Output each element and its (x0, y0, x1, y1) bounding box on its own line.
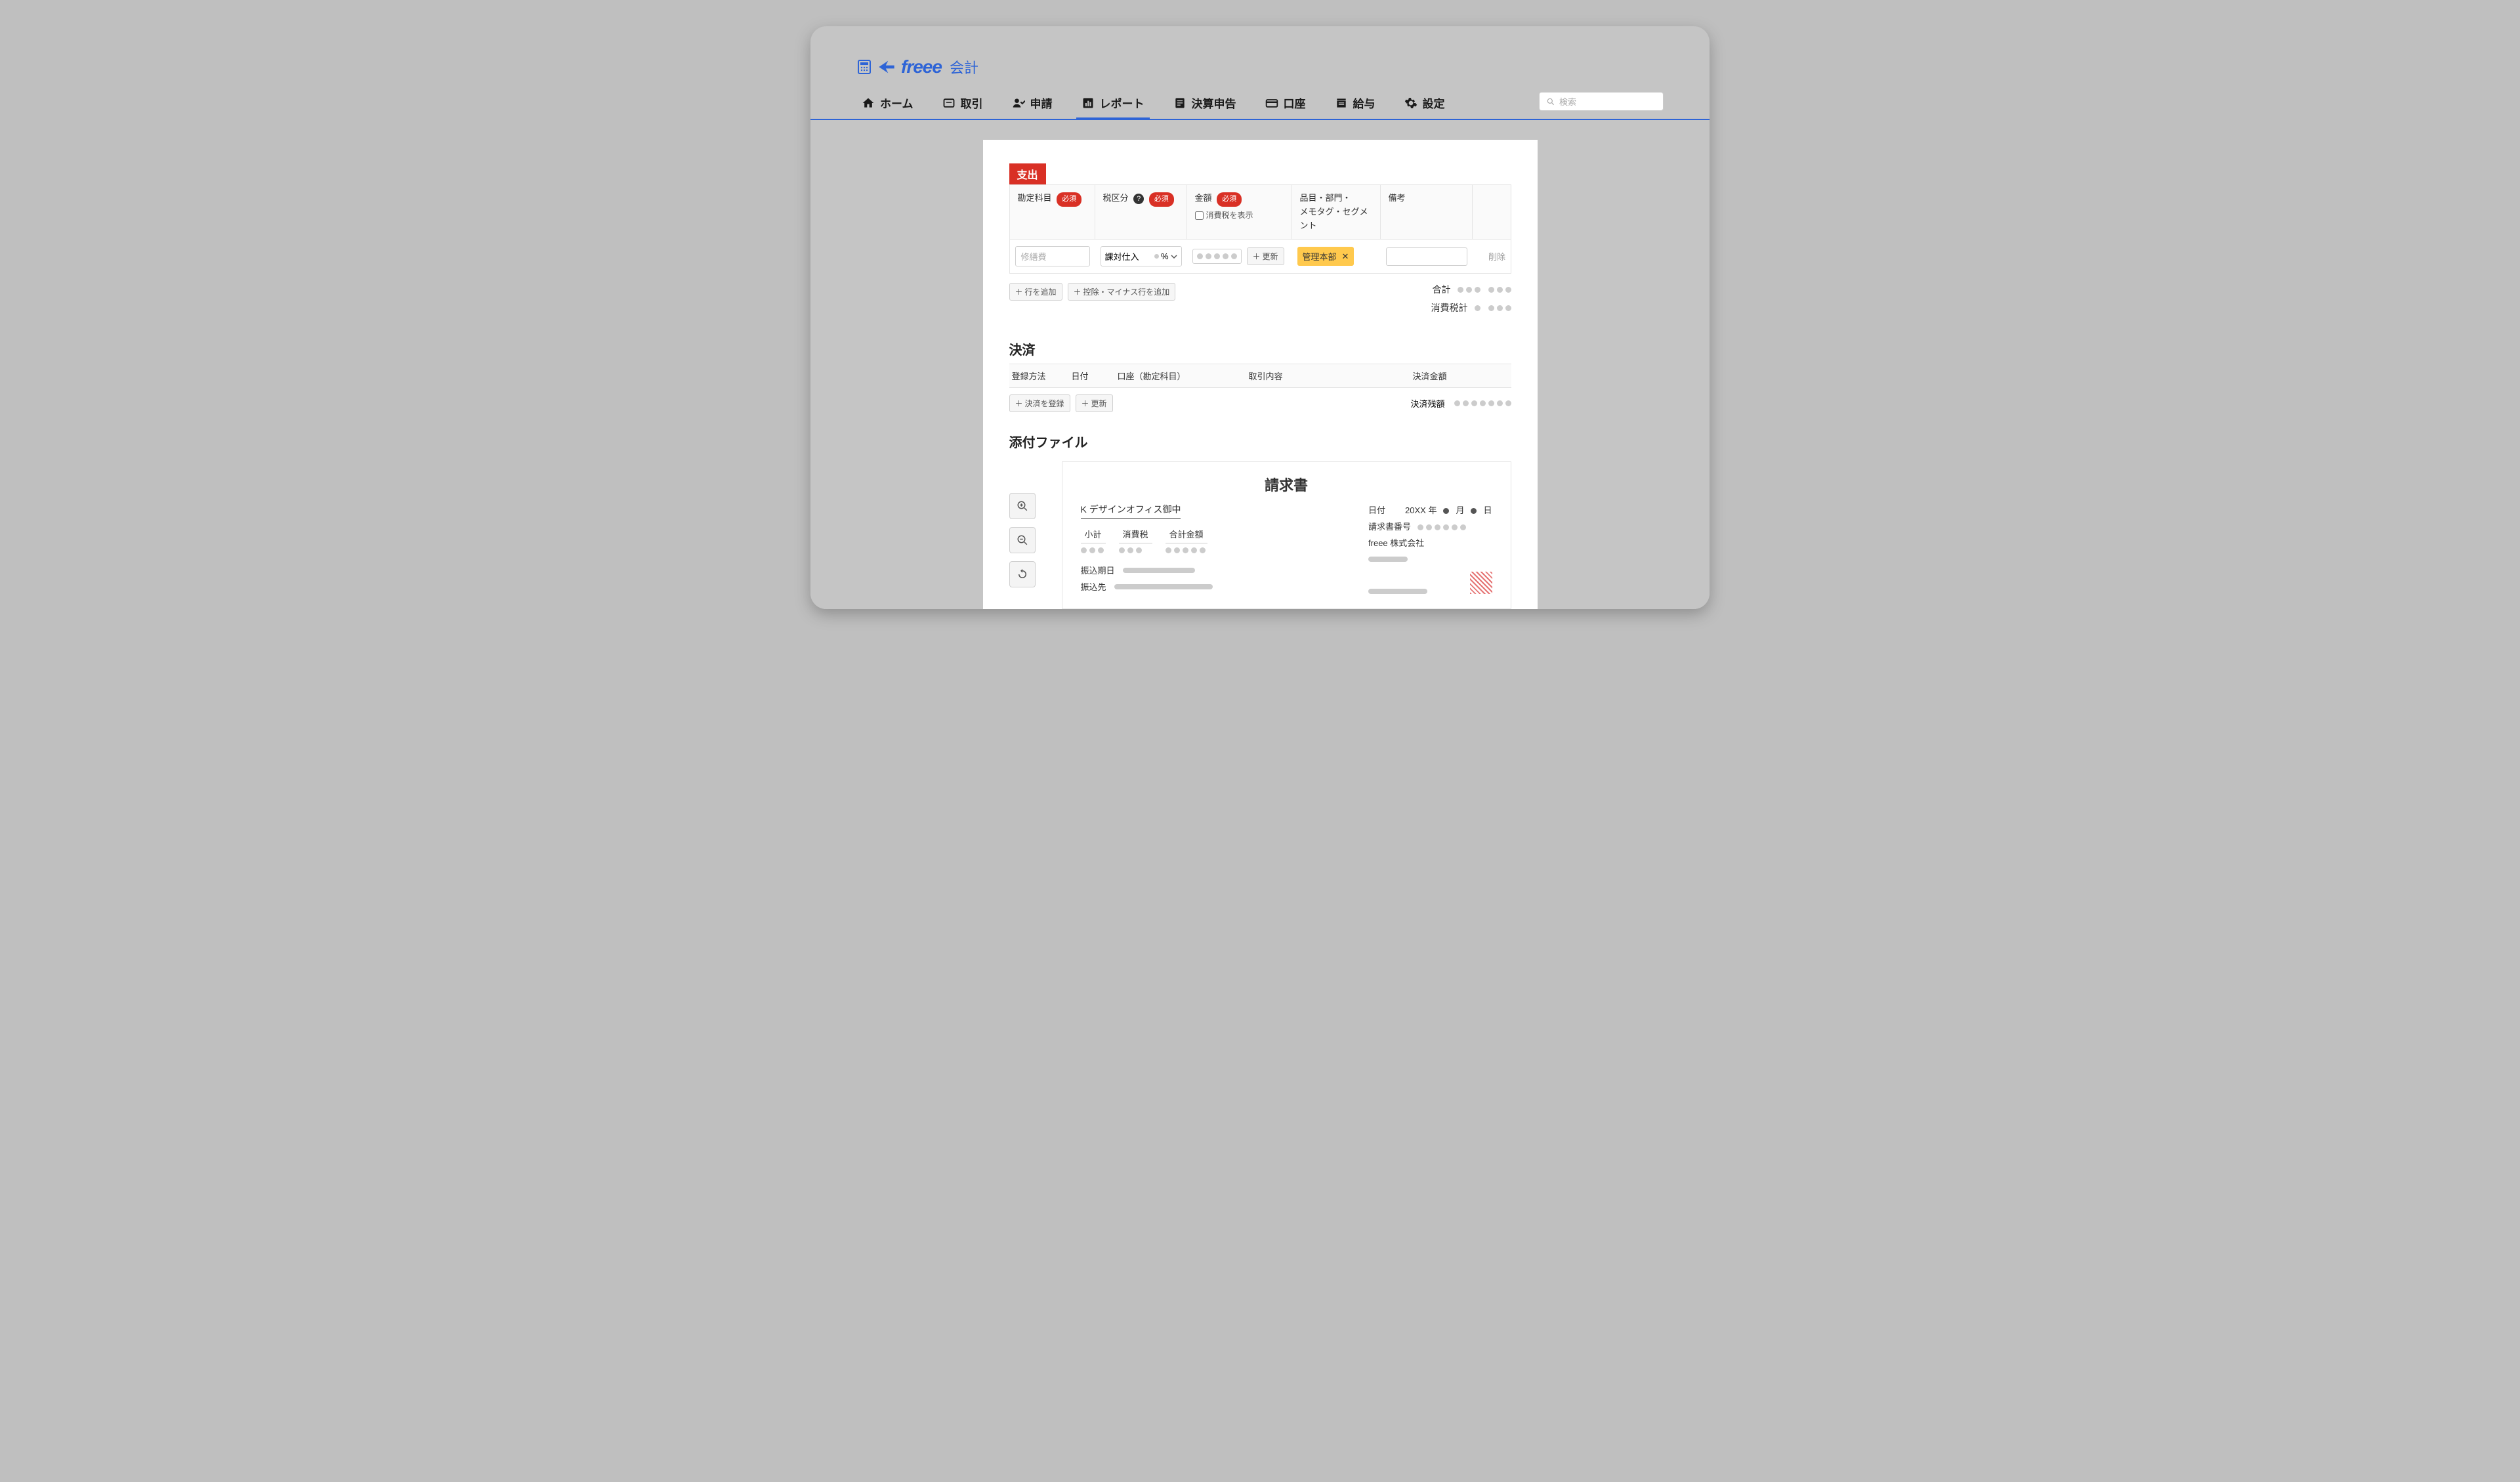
expense-grid-header: 勘定科目 必須 税区分 ? 必須 金額 必須 消費税を表示 (1009, 184, 1511, 240)
balance-value (1454, 400, 1511, 406)
pay-col-account: 口座（勘定科目） (1118, 370, 1249, 382)
inv-dest-label: 振込先 (1081, 580, 1106, 593)
nav-transactions[interactable]: 取引 (937, 89, 988, 120)
inv-number-label: 請求書番号 (1368, 519, 1411, 536)
pay-col-method: 登録方法 (1009, 370, 1072, 382)
delete-row-button[interactable]: 削除 (1488, 250, 1505, 263)
add-row-button[interactable]: ＋行を追加 (1009, 283, 1062, 301)
nav-requests[interactable]: 申請 (1007, 89, 1058, 120)
pay-col-date: 日付 (1072, 370, 1118, 382)
payment-section-title: 決済 (1009, 339, 1511, 358)
col-remarks: 備考 (1381, 185, 1473, 239)
logo: freee 会計 (810, 47, 1710, 89)
update-payment-button[interactable]: ＋更新 (1076, 394, 1113, 412)
pay-col-desc: 取引内容 (1249, 370, 1413, 382)
zoom-in-button[interactable] (1009, 493, 1036, 519)
chevron-down-icon (1171, 253, 1177, 260)
required-badge: 必須 (1217, 192, 1242, 207)
pay-col-amount: 決済金額 (1413, 370, 1511, 382)
product-name: 会計 (950, 56, 978, 77)
zoom-out-button[interactable] (1009, 527, 1036, 553)
register-payment-button[interactable]: ＋決済を登録 (1009, 394, 1070, 412)
inv-grand-label: 合計金額 (1166, 528, 1208, 543)
nav-home[interactable]: ホーム (856, 89, 919, 120)
nav-reports[interactable]: レポート (1076, 89, 1150, 120)
requests-icon (1012, 96, 1025, 110)
home-icon (862, 96, 875, 110)
inv-due-label: 振込期日 (1081, 564, 1115, 576)
help-icon[interactable]: ? (1133, 194, 1144, 204)
col-tags: 品目・部門・ メモタグ・セグメント (1292, 185, 1381, 239)
brand-name: freee (901, 56, 942, 77)
tag-chip[interactable]: 管理本部 ✕ (1297, 247, 1354, 266)
tax-class-select[interactable]: 課対仕入 % (1101, 246, 1182, 266)
balance-label: 決済残額 (1410, 397, 1444, 410)
inv-date-label: 日付 (1368, 503, 1385, 519)
accounts-icon (1265, 96, 1278, 110)
total-label: 合計 (1433, 283, 1451, 296)
nav-payroll[interactable]: 給与 (1330, 89, 1381, 120)
payroll-icon (1335, 96, 1348, 110)
update-amount-button[interactable]: ＋更新 (1247, 247, 1284, 265)
inv-tax-label: 消費税 (1119, 528, 1152, 543)
expense-row: 修繕費 課対仕入 % (1009, 240, 1511, 274)
total-value (1458, 287, 1511, 293)
main-panel: 支出 勘定科目 必須 税区分 ? 必須 金額 必須 (983, 140, 1538, 609)
reports-icon (1082, 96, 1095, 110)
gear-icon (1404, 96, 1418, 110)
required-badge: 必須 (1057, 192, 1082, 207)
col-account-item: 勘定科目 (1018, 193, 1052, 203)
tax-total-value (1475, 305, 1511, 311)
swallow-icon (877, 58, 896, 76)
invoice-preview: 請求書 K デザインオフィス御中 小計 消費税 (1062, 461, 1511, 609)
show-tax-checkbox[interactable]: 消費税を表示 (1195, 209, 1253, 222)
remove-tag-icon[interactable]: ✕ (1342, 251, 1349, 262)
nav-settings[interactable]: 設定 (1399, 89, 1450, 120)
amount-input[interactable] (1192, 249, 1242, 264)
zoom-out-icon (1017, 534, 1028, 546)
invoice-title: 請求書 (1081, 474, 1492, 495)
rotate-button[interactable] (1009, 561, 1036, 587)
stamp-icon (1470, 572, 1492, 594)
inv-issuer: freee 株式会社 (1368, 536, 1492, 552)
add-deduction-button[interactable]: ＋控除・マイナス行を追加 (1068, 283, 1176, 301)
required-badge: 必須 (1149, 192, 1174, 207)
nav-closing[interactable]: 決算申告 (1168, 89, 1242, 120)
payment-header: 登録方法 日付 口座（勘定科目） 取引内容 決済金額 (1009, 364, 1511, 388)
search-icon (1546, 97, 1555, 106)
calculator-icon (856, 59, 872, 75)
remarks-input[interactable] (1386, 247, 1467, 266)
nav-accounts[interactable]: 口座 (1260, 89, 1311, 120)
rotate-icon (1017, 568, 1028, 580)
closing-icon (1173, 96, 1186, 110)
account-item-input[interactable]: 修繕費 (1015, 246, 1090, 266)
transactions-icon (942, 96, 956, 110)
tax-total-label: 消費税計 (1431, 301, 1468, 314)
invoice-recipient: K デザインオフィス御中 (1081, 503, 1181, 519)
inv-subtotal-label: 小計 (1081, 528, 1106, 543)
col-amount: 金額 (1195, 193, 1212, 203)
search-input[interactable]: 検索 (1539, 92, 1664, 111)
attachment-section-title: 添付ファイル (1009, 432, 1511, 451)
zoom-in-icon (1017, 500, 1028, 512)
col-tax-class: 税区分 (1103, 193, 1129, 203)
main-nav: ホーム 取引 申請 レポート 決算申告 口座 給与 設定 (810, 89, 1710, 120)
expense-badge: 支出 (1009, 163, 1046, 184)
